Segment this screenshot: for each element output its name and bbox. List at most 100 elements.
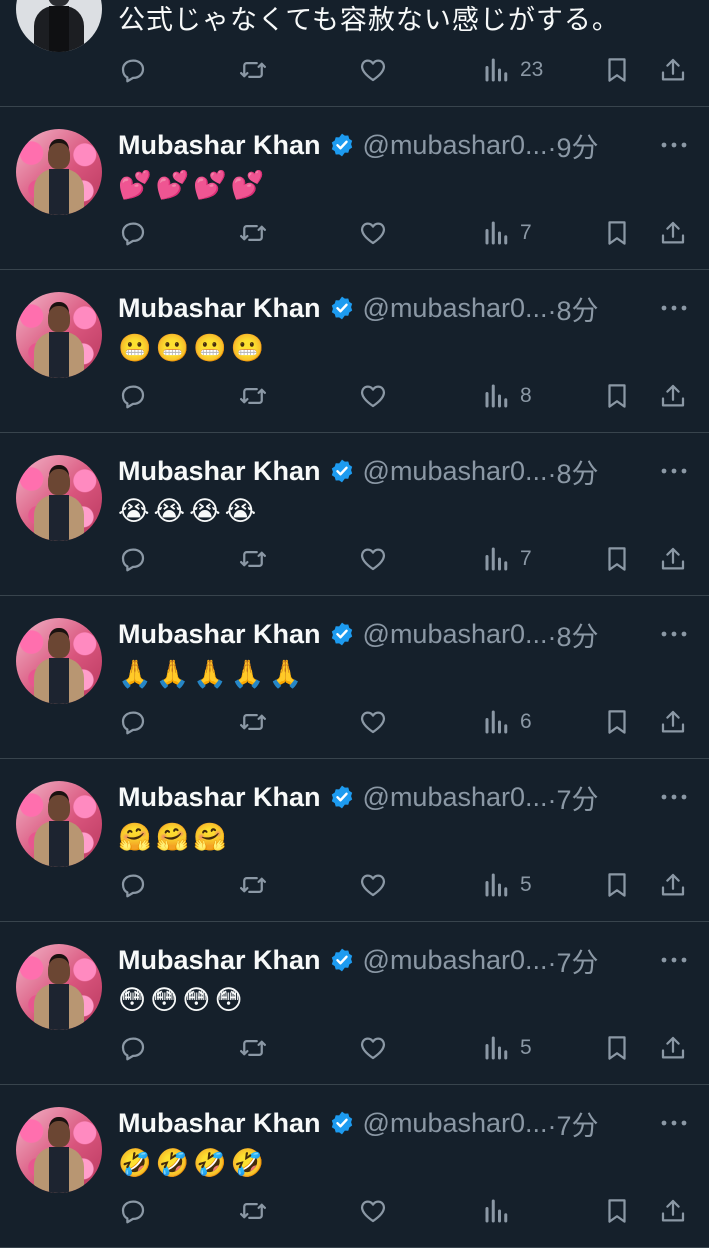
- reply-button[interactable]: [118, 1028, 148, 1068]
- display-name[interactable]: Mubashar Khan: [118, 1108, 321, 1139]
- avatar[interactable]: [16, 781, 102, 867]
- tweet-item[interactable]: Mubashar Khan @mubashar0... ·8分 😭😭😭😭 7: [0, 433, 709, 596]
- reply-button[interactable]: [118, 376, 148, 416]
- tweet-time[interactable]: ·8分: [548, 615, 599, 654]
- reply-button[interactable]: [118, 50, 148, 90]
- views-button[interactable]: 5: [482, 1028, 532, 1068]
- reply-button[interactable]: [118, 539, 148, 579]
- display-name[interactable]: Mubashar Khan: [118, 782, 321, 813]
- share-button[interactable]: [658, 213, 688, 253]
- avatar[interactable]: [16, 129, 102, 215]
- views-button[interactable]: [482, 1191, 520, 1231]
- more-dots-icon[interactable]: [659, 787, 689, 807]
- comment-icon: [121, 548, 145, 572]
- views-button[interactable]: 5: [482, 865, 532, 905]
- share-button[interactable]: [658, 1028, 688, 1068]
- bookmark-button[interactable]: [602, 1028, 632, 1068]
- avatar[interactable]: [16, 1107, 102, 1193]
- user-handle[interactable]: @mubashar0...: [363, 619, 548, 650]
- reply-button[interactable]: [118, 1191, 148, 1231]
- like-button[interactable]: [358, 1028, 388, 1068]
- bookmark-icon: [608, 547, 626, 571]
- tweet-time[interactable]: ·9分: [548, 126, 599, 165]
- tweet-time[interactable]: ·7分: [548, 778, 599, 817]
- display-name[interactable]: Mubashar Khan: [118, 456, 321, 487]
- bookmark-button[interactable]: [602, 702, 632, 742]
- more-dots-icon[interactable]: [659, 950, 689, 970]
- retweet-button[interactable]: [238, 1028, 268, 1068]
- tweet-item[interactable]: Mubashar Khan @mubashar0... ·7分 😳😳😳😳 5: [0, 922, 709, 1085]
- share-button[interactable]: [658, 865, 688, 905]
- tweet-time[interactable]: ·7分: [548, 941, 599, 980]
- bookmark-button[interactable]: [602, 1191, 632, 1231]
- user-handle[interactable]: @mubashar0...: [363, 293, 548, 324]
- avatar[interactable]: [16, 944, 102, 1030]
- tweet-item[interactable]: Mubashar Khan @mubashar0... ·9分 💕💕💕💕 7: [0, 107, 709, 270]
- share-button[interactable]: [658, 1191, 688, 1231]
- tweet-item[interactable]: Mubashar Khan @mubashar0... ·8分 🙏🙏🙏🙏🙏 6: [0, 596, 709, 759]
- tweet-item[interactable]: Mubashar Khan @mubashar0... ·7分 🤣🤣🤣🤣: [0, 1085, 709, 1248]
- tweet-time[interactable]: ·8分: [548, 452, 599, 491]
- share-button[interactable]: [658, 376, 688, 416]
- tweet-time[interactable]: ·7分: [548, 1104, 599, 1143]
- share-button[interactable]: [658, 539, 688, 579]
- avatar[interactable]: [16, 292, 102, 378]
- avatar[interactable]: [16, 0, 102, 52]
- more-dots-icon[interactable]: [659, 461, 689, 481]
- bookmark-button[interactable]: [602, 539, 632, 579]
- analytics-icon: [485, 58, 508, 82]
- more-dots-icon[interactable]: [659, 298, 689, 318]
- bookmark-button[interactable]: [602, 213, 632, 253]
- bookmark-button[interactable]: [602, 50, 632, 90]
- bookmark-button[interactable]: [602, 865, 632, 905]
- retweet-button[interactable]: [238, 50, 268, 90]
- tweet-text: 🤣🤣🤣🤣: [118, 1148, 269, 1178]
- views-button[interactable]: 7: [482, 213, 532, 253]
- reply-button[interactable]: [118, 702, 148, 742]
- user-handle[interactable]: @mubashar0...: [363, 1108, 548, 1139]
- like-button[interactable]: [358, 1191, 388, 1231]
- like-button[interactable]: [358, 50, 388, 90]
- more-dots-icon[interactable]: [659, 624, 689, 644]
- tweet-item[interactable]: 公式じゃなくても容赦ない感じがする。 23: [0, 0, 709, 107]
- reply-button[interactable]: [118, 213, 148, 253]
- more-dots-icon[interactable]: [659, 135, 689, 155]
- analytics-icon: [485, 1199, 508, 1223]
- tweet-item[interactable]: Mubashar Khan @mubashar0... ·7分 🤗🤗🤗 5: [0, 759, 709, 922]
- bookmark-button[interactable]: [602, 376, 632, 416]
- views-button[interactable]: 23: [482, 50, 543, 90]
- reply-button[interactable]: [118, 865, 148, 905]
- views-button[interactable]: 7: [482, 539, 532, 579]
- display-name[interactable]: Mubashar Khan: [118, 619, 321, 650]
- share-icon: [661, 710, 685, 733]
- share-button[interactable]: [658, 702, 688, 742]
- like-button[interactable]: [358, 865, 388, 905]
- like-button[interactable]: [358, 702, 388, 742]
- like-button[interactable]: [358, 539, 388, 579]
- retweet-icon: [240, 551, 266, 567]
- user-handle[interactable]: @mubashar0...: [363, 130, 548, 161]
- user-handle[interactable]: @mubashar0...: [363, 782, 548, 813]
- user-handle[interactable]: @mubashar0...: [363, 456, 548, 487]
- like-button[interactable]: [358, 213, 388, 253]
- display-name[interactable]: Mubashar Khan: [118, 293, 321, 324]
- display-name[interactable]: Mubashar Khan: [118, 130, 321, 161]
- avatar[interactable]: [16, 455, 102, 541]
- display-name[interactable]: Mubashar Khan: [118, 945, 321, 976]
- user-handle[interactable]: @mubashar0...: [363, 945, 548, 976]
- retweet-button[interactable]: [238, 539, 268, 579]
- views-button[interactable]: 8: [482, 376, 532, 416]
- more-dots-icon[interactable]: [659, 1113, 689, 1133]
- retweet-button[interactable]: [238, 702, 268, 742]
- avatar[interactable]: [16, 618, 102, 704]
- retweet-button[interactable]: [238, 865, 268, 905]
- retweet-button[interactable]: [238, 213, 268, 253]
- like-button[interactable]: [358, 376, 388, 416]
- retweet-button[interactable]: [238, 1191, 268, 1231]
- tweet-item[interactable]: Mubashar Khan @mubashar0... ·8分 😬😬😬😬 8: [0, 270, 709, 433]
- views-button[interactable]: 6: [482, 702, 532, 742]
- retweet-icon: [240, 225, 266, 241]
- share-button[interactable]: [658, 50, 688, 90]
- retweet-button[interactable]: [238, 376, 268, 416]
- tweet-time[interactable]: ·8分: [548, 289, 599, 328]
